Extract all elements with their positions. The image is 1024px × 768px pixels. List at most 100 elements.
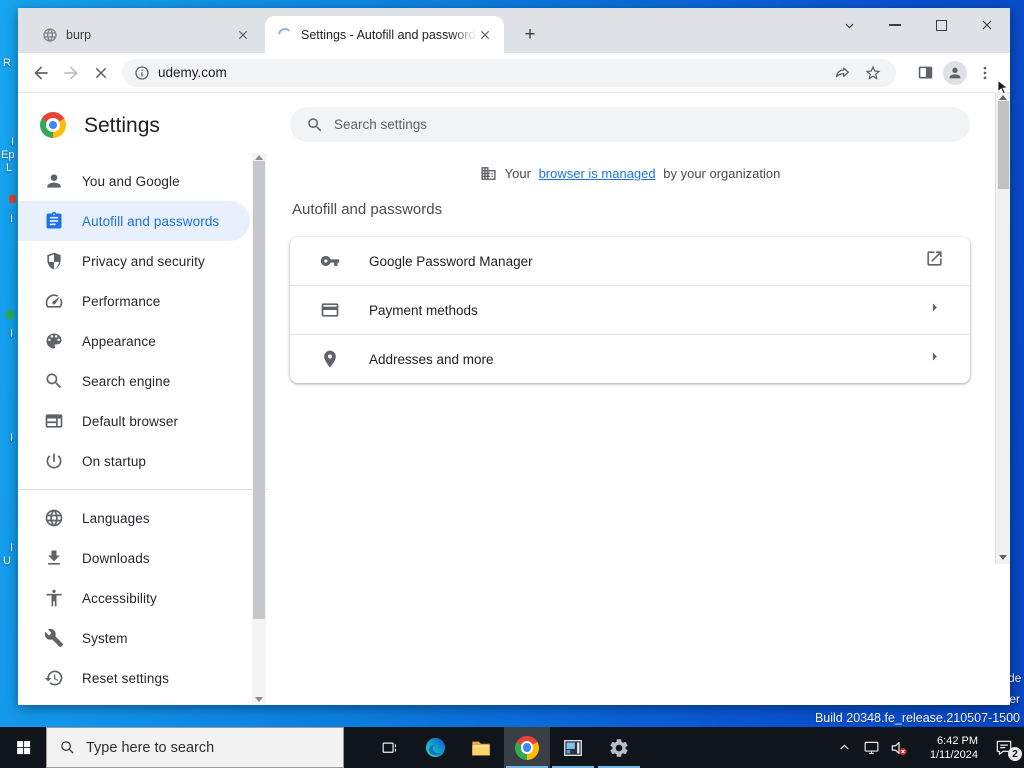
sidebar-item-reset[interactable]: Reset settings	[18, 658, 250, 698]
profile-avatar-icon[interactable]	[940, 58, 970, 88]
tab-title: Settings - Autofill and passwords	[301, 27, 476, 42]
mouse-cursor	[994, 78, 1013, 102]
side-panel-icon[interactable]	[910, 58, 940, 88]
sidebar-item-label: Search engine	[82, 373, 171, 389]
network-icon[interactable]	[858, 727, 885, 768]
share-icon[interactable]	[828, 58, 858, 88]
tab-close-icon[interactable]	[476, 26, 494, 44]
maximize-button[interactable]	[918, 8, 964, 42]
shield-icon	[44, 251, 64, 271]
desktop-icon-label-fragment: I	[10, 213, 14, 225]
sidebar-item-label: Performance	[82, 293, 161, 309]
chevron-right-icon	[925, 347, 944, 371]
minimize-button[interactable]	[872, 8, 918, 42]
sidebar-item-system[interactable]: System	[18, 618, 250, 658]
volume-muted-icon[interactable]	[885, 727, 912, 768]
edge-icon[interactable]	[412, 727, 458, 768]
system-tray: 6:42 PM 1/11/2024 2	[831, 727, 1024, 768]
stop-loading-button[interactable]	[86, 58, 116, 88]
clock-date: 1/11/2024	[929, 748, 978, 761]
desktop-icon-label-fragment: R	[3, 57, 11, 69]
row-google-password-manager[interactable]: Google Password Manager	[290, 237, 970, 285]
sidebar-item-on-startup[interactable]: On startup	[18, 441, 250, 481]
action-center-icon[interactable]: 2	[984, 727, 1024, 768]
sidebar-item-label: Appearance	[82, 333, 156, 349]
sidebar-item-autofill[interactable]: Autofill and passwords	[18, 201, 250, 241]
sidebar-item-languages[interactable]: Languages	[18, 498, 250, 538]
bookmark-star-icon[interactable]	[858, 58, 888, 88]
window-controls	[826, 8, 1010, 42]
tab-burp[interactable]: burp	[30, 16, 262, 53]
reset-clock-icon	[44, 668, 64, 688]
settings-search-input[interactable]	[334, 117, 918, 132]
sidebar-item-you-and-google[interactable]: You and Google	[18, 161, 250, 201]
sidebar-item-default-browser[interactable]: Default browser	[18, 401, 250, 441]
desktop-icon-label-fragment: I	[10, 542, 14, 554]
person-icon	[44, 171, 64, 191]
desktop: R I Ep L I I I I U de ter Build 20348.fe…	[0, 0, 1024, 768]
desktop-icon-label-fragment: U	[3, 555, 11, 567]
forward-button[interactable]	[56, 58, 86, 88]
managed-notice: Your browser is managed by your organiza…	[290, 165, 970, 182]
tab-settings[interactable]: Settings - Autofill and passwords	[265, 16, 504, 53]
settings-page: Settings You and Google Autofill and pas…	[18, 92, 1010, 705]
start-button[interactable]	[0, 727, 46, 768]
desktop-icon-fragment	[6, 310, 14, 319]
file-explorer-icon[interactable]	[458, 727, 504, 768]
desktop-icon-label-fragment: L	[6, 162, 13, 174]
taskbar-search-input[interactable]	[86, 739, 286, 756]
new-tab-button[interactable]: +	[519, 24, 541, 46]
autofill-card: Google Password Manager Payment methods …	[290, 237, 970, 383]
page-scrollbar[interactable]	[995, 93, 1010, 564]
app-window-icon[interactable]	[550, 727, 596, 768]
task-view-button[interactable]	[366, 727, 412, 768]
desktop-icon-label-fragment: de	[1008, 671, 1022, 685]
chrome-logo-icon	[40, 112, 66, 138]
sidebar-item-label: Privacy and security	[82, 253, 205, 269]
desktop-icon-label-fragment: I	[10, 328, 14, 340]
tab-title: burp	[66, 27, 92, 42]
sidebar-item-label: Languages	[82, 510, 150, 526]
scroll-down-icon[interactable]	[255, 697, 263, 702]
tab-search-chevron-icon[interactable]	[826, 8, 872, 42]
sidebar-item-accessibility[interactable]: Accessibility	[18, 578, 250, 618]
sidebar-item-downloads[interactable]: Downloads	[18, 538, 250, 578]
row-label: Payment methods	[369, 302, 478, 318]
sidebar-scrollbar[interactable]	[252, 153, 266, 704]
scrollbar-thumb[interactable]	[253, 161, 265, 619]
scrollbar-thumb[interactable]	[998, 101, 1009, 189]
tray-chevron-up-icon[interactable]	[831, 727, 858, 768]
scroll-down-icon[interactable]	[999, 555, 1007, 560]
palette-icon	[44, 331, 64, 351]
close-window-button[interactable]	[964, 8, 1010, 42]
settings-gear-icon[interactable]	[596, 727, 642, 768]
back-button[interactable]	[26, 58, 56, 88]
browser-window-icon	[44, 411, 64, 431]
settings-search[interactable]	[290, 107, 970, 142]
address-bar[interactable]: udemy.com	[122, 58, 896, 88]
chrome-window: burp Settings - Autofill and passwords +	[18, 8, 1010, 705]
settings-main: Your browser is managed by your organiza…	[290, 93, 970, 705]
url-text[interactable]: udemy.com	[158, 65, 828, 80]
managed-text: by your organization	[663, 166, 781, 181]
managed-link[interactable]: browser is managed	[539, 166, 656, 181]
scroll-up-icon[interactable]	[255, 155, 263, 160]
sidebar-item-privacy[interactable]: Privacy and security	[18, 241, 250, 281]
browser-toolbar: udemy.com	[18, 53, 1010, 92]
download-icon	[44, 548, 64, 568]
sidebar-item-label: Reset settings	[82, 670, 169, 686]
chrome-taskbar-icon[interactable]	[504, 727, 550, 768]
row-addresses[interactable]: Addresses and more	[290, 335, 970, 383]
power-icon	[44, 451, 64, 471]
site-info-icon[interactable]	[134, 65, 150, 81]
sidebar-item-appearance[interactable]: Appearance	[18, 321, 250, 361]
tab-close-icon[interactable]	[234, 26, 252, 44]
open-in-new-icon[interactable]	[925, 249, 944, 273]
taskbar: 6:42 PM 1/11/2024 2	[0, 727, 1024, 768]
sidebar-item-performance[interactable]: Performance	[18, 281, 250, 321]
taskbar-clock[interactable]: 6:42 PM 1/11/2024	[916, 734, 978, 762]
sidebar-item-search-engine[interactable]: Search engine	[18, 361, 250, 401]
row-payment-methods[interactable]: Payment methods	[290, 286, 970, 334]
sidebar-item-label: Downloads	[82, 550, 150, 566]
taskbar-search[interactable]	[46, 727, 344, 768]
